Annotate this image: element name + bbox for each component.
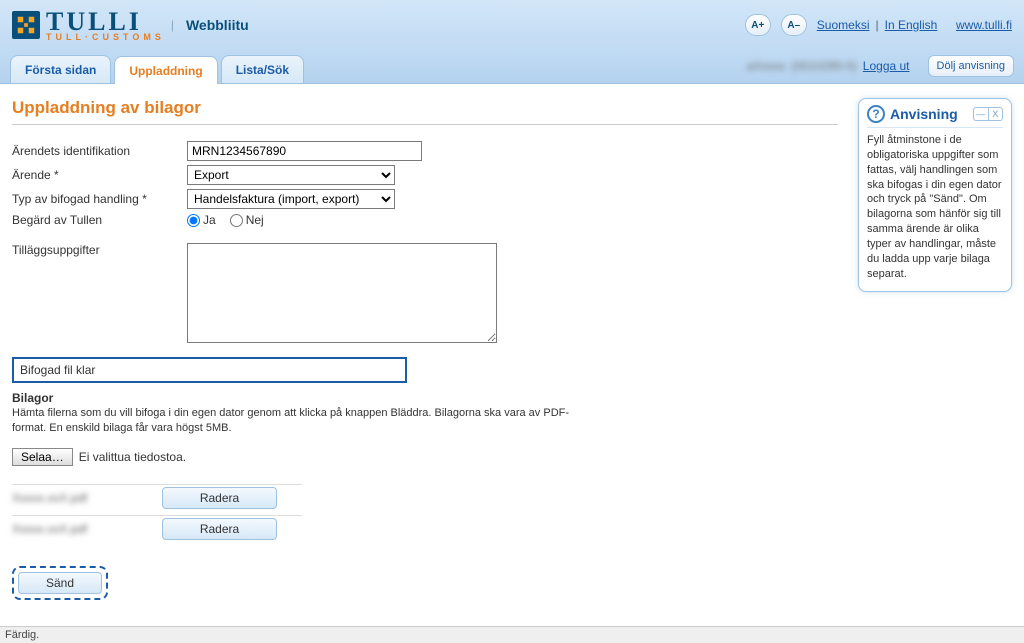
lang-link-fi[interactable]: Suomeksi — [817, 18, 870, 32]
delete-button-2[interactable]: Radera — [162, 518, 277, 540]
close-icon[interactable]: X — [989, 108, 1003, 120]
site-link[interactable]: www.tulli.fi — [956, 18, 1012, 32]
tab-bar: Första sidan Uppladdning Lista/Sök aXxxx… — [0, 50, 1024, 84]
label-arende: Ärende * — [12, 168, 187, 182]
logout-link[interactable]: Logga ut — [863, 59, 910, 73]
instructions-panel: ? Anvisning — X Fyll åtminstone i de obl… — [858, 98, 1012, 630]
instructions-window-controls: — X — [973, 107, 1003, 121]
logo-text-main: TULLI — [46, 9, 165, 35]
status-text: Färdig. — [5, 629, 39, 641]
radio-yes[interactable]: Ja — [187, 213, 216, 227]
label-extra-info: Tilläggsuppgifter — [12, 243, 187, 257]
service-name: Webbliitu — [186, 17, 249, 33]
hide-instructions-button[interactable]: Dölj anvisning — [928, 55, 1014, 77]
instructions-title: Anvisning — [890, 106, 958, 122]
send-button[interactable]: Sänd — [18, 572, 102, 594]
logo-text-sub: TULL·CUSTOMS — [46, 33, 165, 42]
user-row: aXxxxx (0010290-0) Logga ut Dölj anvisni… — [747, 55, 1014, 77]
main-content: Uppladdning av bilagor Ärendets identifi… — [12, 98, 838, 630]
app-header: TULLI TULL·CUSTOMS | Webbliitu A+ A– Suo… — [0, 0, 1024, 50]
text-size-increase-button[interactable]: A+ — [745, 14, 771, 36]
radio-yes-input[interactable] — [187, 214, 200, 227]
help-icon: ? — [867, 105, 885, 123]
select-arende[interactable]: Export — [187, 165, 395, 185]
tab-upload[interactable]: Uppladdning — [114, 56, 217, 84]
browse-button[interactable]: Selaa… — [12, 448, 73, 466]
userid-blurred: (0010290-0) — [791, 59, 856, 73]
radio-no[interactable]: Nej — [230, 213, 264, 227]
input-identification[interactable] — [187, 141, 422, 161]
page-title: Uppladdning av bilagor — [12, 98, 838, 125]
logo-icon — [12, 11, 40, 39]
send-highlight: Sänd — [12, 566, 108, 600]
help-attachments: Hämta filerna som du vill bifoga i din e… — [12, 406, 572, 436]
tab-first-page[interactable]: Första sidan — [10, 55, 111, 83]
info-box-file-ready: Bifogad fil klar — [12, 357, 407, 383]
label-attachment-type: Typ av bifogad handling * — [12, 192, 187, 206]
logo: TULLI TULL·CUSTOMS | Webbliitu — [12, 9, 249, 42]
lang-link-en[interactable]: In English — [885, 18, 938, 32]
textarea-extra-info[interactable] — [187, 243, 497, 343]
select-attachment-type[interactable]: Handelsfaktura (import, export) — [187, 189, 395, 209]
label-attachments-section: Bilagor — [12, 391, 838, 405]
minimize-icon[interactable]: — — [974, 108, 989, 120]
file-name-1: Xxxxx.xxX.pdf — [12, 491, 102, 505]
radio-no-input[interactable] — [230, 214, 243, 227]
file-name-2: Xxxxx.xxX.pdf — [12, 522, 102, 536]
no-file-text: Ei valittua tiedostoa. — [79, 450, 186, 464]
tab-list-search[interactable]: Lista/Sök — [221, 55, 304, 83]
username-blurred: aXxxxx — [747, 59, 786, 73]
label-identification: Ärendets identifikation — [12, 144, 187, 158]
status-bar: Färdig. — [0, 626, 1024, 643]
text-size-decrease-button[interactable]: A– — [781, 14, 807, 36]
instructions-body: Fyll åtminstone i de obligatoriska uppgi… — [867, 133, 1003, 281]
label-requested: Begärd av Tullen — [12, 213, 187, 227]
delete-button-1[interactable]: Radera — [162, 487, 277, 509]
